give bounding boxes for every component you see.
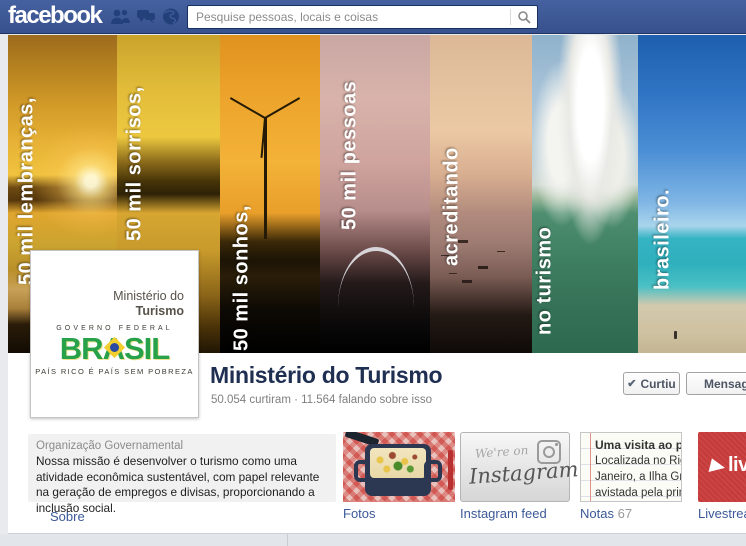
liked-button-label: Curtiu — [640, 377, 675, 391]
page-like-stats: 50.054 curtiram · 11.564 falando sobre i… — [211, 394, 432, 406]
page-title: Ministério do Turismo — [210, 362, 442, 389]
ministry-logo-text: Ministério do Turismo — [113, 289, 184, 319]
facebook-top-bar: facebook — [0, 0, 746, 34]
instagram-were-on-text: We're on — [475, 443, 529, 461]
note-line: Janeiro, a Ilha Grand — [595, 469, 677, 485]
cover-text-pessoas: 50 mil pessoas — [335, 48, 365, 230]
timeline-background-band — [0, 534, 746, 546]
tab-instagram-preview[interactable]: We're on Instagram — [460, 432, 570, 502]
livestream-logo-text: live — [728, 454, 746, 477]
messages-icon[interactable] — [136, 8, 156, 25]
cover-text-brasileiro: brasileiro. — [648, 125, 678, 290]
notas-count: 67 — [618, 506, 632, 521]
instagram-camera-icon — [537, 440, 561, 464]
message-button-label: Mensagem — [704, 377, 746, 391]
cover-text-sonhos: 50 mil sonhos, — [227, 175, 257, 351]
search-magnifier-icon[interactable] — [511, 7, 537, 27]
facebook-logo[interactable]: facebook — [8, 2, 101, 30]
about-box: Organização Governamental Nossa missão é… — [28, 434, 336, 502]
search-box — [187, 5, 538, 29]
note-line: avistada pela primeir — [595, 485, 677, 501]
tab-label-instagram-feed[interactable]: Instagram feed — [460, 506, 547, 521]
liked-button[interactable]: ✔ Curtiu — [623, 372, 680, 395]
cover-text-no-turismo: no turismo — [530, 205, 560, 335]
food-pot — [365, 444, 431, 496]
instagram-script-text: Instagram — [468, 457, 579, 489]
tab-label-livestream[interactable]: Livestream — [698, 506, 746, 521]
cover-text-sorrisos: 50 mil sorrisos, — [120, 45, 150, 241]
livestream-leaf-icon — [709, 458, 727, 475]
tab-fotos-preview[interactable] — [343, 432, 455, 502]
cover-text-lembrancas: 50 mil lembranças, — [12, 45, 42, 285]
timeline-divider — [287, 534, 288, 546]
about-link[interactable]: Sobre — [50, 509, 85, 524]
tab-livestream-preview[interactable]: live — [698, 432, 746, 502]
profile-picture[interactable]: Ministério do Turismo GOVERNO FEDERAL BR… — [30, 250, 199, 418]
check-icon: ✔ — [627, 377, 636, 390]
corn-dish — [370, 448, 426, 478]
tab-label-notas[interactable]: Notas 67 — [580, 506, 632, 521]
beach-walker — [674, 331, 677, 339]
tab-notas-preview[interactable]: Uma visita ao par Localizada no Rio de J… — [580, 432, 682, 502]
tab-label-fotos[interactable]: Fotos — [343, 506, 376, 521]
cover-text-acreditando: acreditando — [437, 125, 467, 266]
friend-requests-icon[interactable] — [110, 8, 130, 25]
note-title: Uma visita ao par — [595, 437, 677, 453]
brasil-tagline-text: PAÍS RICO É PAÍS SEM POBREZA — [31, 367, 198, 376]
red-utensil — [448, 450, 453, 490]
notifications-globe-icon[interactable] — [161, 8, 181, 25]
page-category: Organização Governamental — [36, 439, 328, 454]
mission-text: Nossa missão é desenvolver o turismo com… — [36, 454, 328, 516]
note-line: Localizada no Rio de — [595, 453, 677, 469]
search-input[interactable] — [188, 10, 510, 24]
message-button[interactable]: Mensagem — [686, 372, 746, 395]
